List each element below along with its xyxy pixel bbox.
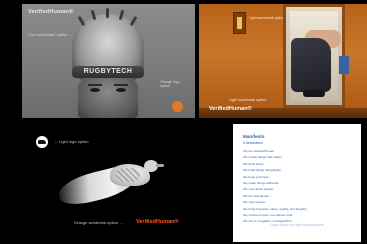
manifesto-foot-caption: Logo option for light backgrounds <box>270 223 324 227</box>
wordmark-caption: Orange wordmark option → <box>74 220 123 225</box>
player-face <box>78 78 138 118</box>
person-shoe <box>303 90 325 97</box>
manifesto-title: Manifesto <box>243 134 265 139</box>
bird-logo-icon <box>36 136 48 148</box>
brow-left <box>88 84 102 86</box>
manifesto-lines: We are VerifiedHuman. We create things t… <box>243 148 351 225</box>
blue-stripe <box>339 56 349 74</box>
panel-helmet-photo: VerifiedHuman® Core wordmark option → RUG… <box>22 4 195 118</box>
helmet-band: RUGBYTECH <box>72 66 144 78</box>
brand-wordmark: VerifiedHuman® <box>209 106 252 112</box>
person-legs <box>291 38 331 92</box>
eye-right <box>116 88 126 92</box>
logo-caption: ← Light logo option <box>54 139 88 144</box>
brow-right <box>114 84 128 86</box>
brand-wordmark: VerifiedHuman® <box>28 9 74 15</box>
panel-pigeon: ← Light logo option Orange wordmark opti… <box>22 124 195 242</box>
caption-text: Core wordmark option <box>28 32 68 37</box>
feather-icon <box>106 8 109 18</box>
brand-wordmark-orange: VerifiedHuman® <box>136 219 179 225</box>
manifesto-subtitle: A declaration <box>243 141 263 145</box>
switch-plate <box>233 12 246 34</box>
panel-doorway-photo: Light wordmark option Light wordmark opt… <box>199 4 367 118</box>
pigeon-beak <box>156 164 164 167</box>
switch-knob <box>237 17 242 29</box>
small-caption: Light wordmark option <box>249 16 285 20</box>
wordmark-caption: Light wordmark option <box>229 98 267 102</box>
arrow-icon: → <box>119 220 124 225</box>
bird-glyph <box>38 140 46 144</box>
wordmark-caption: Core wordmark option → <box>28 32 73 37</box>
logo-caption-text: Light logo option <box>59 139 89 144</box>
eye-left <box>90 88 100 92</box>
panel-manifesto: Manifesto A declaration We are VerifiedH… <box>233 124 361 242</box>
pigeon-pattern <box>116 168 140 182</box>
helmet-text: RUGBYTECH <box>83 68 133 75</box>
orange-logo-icon <box>172 101 183 112</box>
caption-text: Orange wordmark option <box>74 220 119 225</box>
slide-stage: VerifiedHuman® Core wordmark option → RUG… <box>0 0 367 244</box>
orange-logo-caption: Orange logo option <box>160 80 180 89</box>
